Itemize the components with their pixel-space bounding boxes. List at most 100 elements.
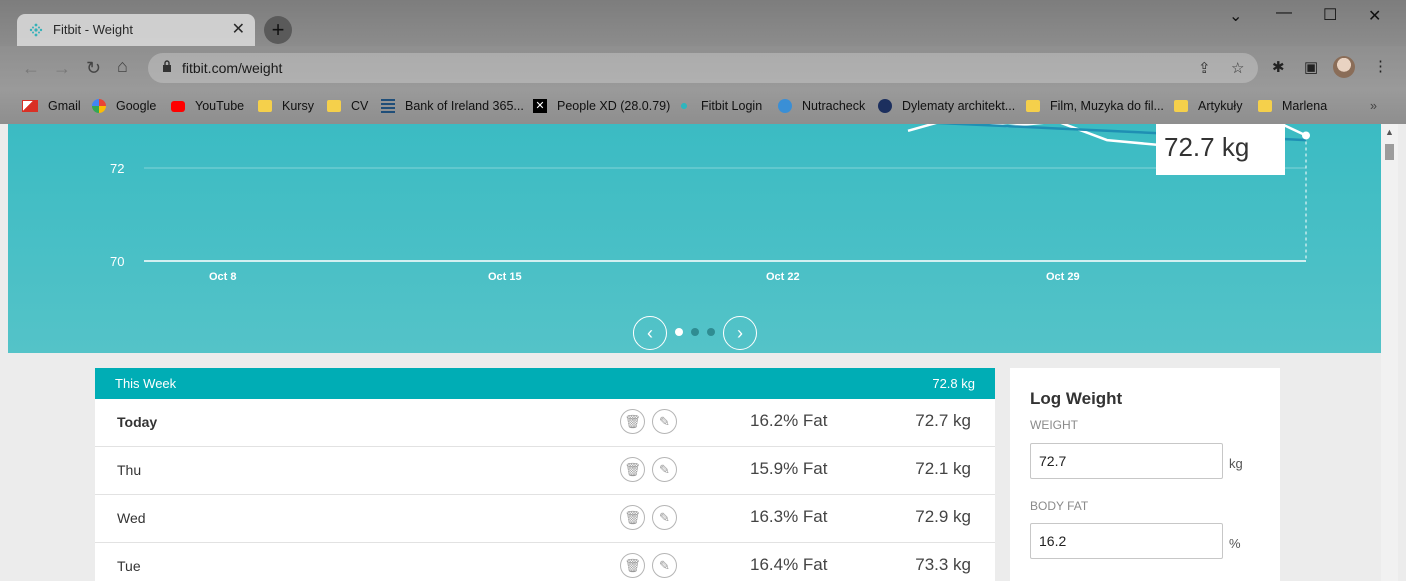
share-icon[interactable]: ⇪ — [1198, 59, 1211, 77]
folder-icon — [1026, 100, 1040, 112]
home-icon[interactable]: ⌂ — [117, 56, 128, 77]
pager-dot[interactable] — [707, 328, 715, 336]
close-tab-icon[interactable]: ✕ — [232, 19, 245, 39]
log-weight-panel: Log Weight WEIGHT kg BODY FAT % — [1010, 368, 1280, 581]
pencil-icon[interactable]: ✎ — [652, 457, 677, 482]
pencil-icon[interactable]: ✎ — [652, 553, 677, 578]
bookmark-kursy[interactable]: Kursy — [258, 96, 314, 116]
address-bar[interactable]: fitbit.com/weight ⇪ ☆ — [148, 53, 1258, 83]
x-tick-label: Oct 29 — [1046, 271, 1080, 283]
bookmark-marlena[interactable]: Marlena — [1258, 96, 1327, 116]
bookmark-artykuly[interactable]: Artykuły — [1174, 96, 1242, 116]
folder-icon — [1174, 100, 1188, 112]
folder-icon — [327, 100, 341, 112]
scroll-up-icon[interactable]: ▲ — [1385, 127, 1394, 137]
bookmarks-overflow-icon[interactable]: » — [1370, 96, 1377, 116]
back-icon[interactable]: ← — [22, 58, 40, 79]
row-weight: 72.7 kg — [915, 411, 971, 430]
weight-input[interactable] — [1030, 443, 1223, 479]
google-icon — [92, 99, 106, 113]
x-tick-label: Oct 8 — [209, 271, 237, 283]
table-row: Wed 🗑 ✎ 16.3% Fat 72.9 kg — [95, 495, 995, 543]
gmail-icon — [22, 100, 38, 112]
body-fat-label: BODY FAT — [1030, 499, 1089, 513]
week-label: This Week — [115, 376, 177, 391]
row-day: Wed — [117, 510, 146, 526]
table-header: This Week 72.8 kg — [95, 368, 995, 399]
body-fat-input[interactable] — [1030, 523, 1223, 559]
bookmark-fitbit-login[interactable]: Fitbit Login — [677, 96, 762, 116]
bookmark-star-icon[interactable]: ☆ — [1231, 59, 1244, 77]
bookmark-youtube[interactable]: YouTube — [171, 96, 244, 116]
page-content: 72 70 Oct 8 Oct 15 Oct 22 Oct 29 72.7 kg… — [8, 124, 1381, 581]
table-row: Thu 🗑 ✎ 15.9% Fat 72.1 kg — [95, 447, 995, 495]
y-tick-label: 72 — [110, 161, 125, 176]
pencil-icon[interactable]: ✎ — [652, 409, 677, 434]
forward-icon[interactable]: → — [53, 58, 71, 79]
browser-toolbar: ← → ↻ ⌂ fitbit.com/weight ⇪ ☆ ✱ ▣ ⋮ — [0, 46, 1406, 90]
profile-avatar[interactable] — [1333, 56, 1355, 78]
row-weight: 72.1 kg — [915, 459, 971, 478]
lock-icon — [163, 60, 171, 72]
bookmark-film-muzyka[interactable]: Film, Muzyka do fil... — [1026, 96, 1164, 116]
close-window-icon[interactable]: ✕ — [1368, 6, 1381, 26]
pencil-icon[interactable]: ✎ — [652, 505, 677, 530]
bookmark-nutracheck[interactable]: Nutracheck — [778, 96, 865, 116]
fitbit-icon — [29, 23, 43, 37]
row-day: Thu — [117, 462, 142, 478]
row-fat: 16.4% Fat — [750, 555, 828, 574]
browser-tab[interactable]: Fitbit - Weight ✕ — [17, 14, 255, 46]
menu-icon[interactable]: ⋮ — [1373, 57, 1388, 75]
bookmark-cv[interactable]: CV — [327, 96, 368, 116]
reload-icon[interactable]: ↻ — [86, 58, 101, 79]
row-fat: 15.9% Fat — [750, 459, 828, 478]
weight-chart: 72 70 Oct 8 Oct 15 Oct 22 Oct 29 72.7 kg… — [8, 124, 1381, 353]
tab-search-icon[interactable]: ⌄ — [1229, 6, 1242, 26]
chart-prev-button[interactable]: ‹ — [633, 316, 667, 350]
minimize-icon[interactable]: — — [1276, 4, 1292, 22]
x-tick-label: Oct 15 — [488, 271, 522, 283]
x-tick-label: Oct 22 — [766, 271, 800, 283]
week-average: 72.8 kg — [932, 376, 975, 391]
row-fat: 16.2% Fat — [750, 411, 828, 430]
bookmark-dylematy[interactable]: Dylematy architekt... — [878, 96, 1015, 116]
tab-title: Fitbit - Weight — [53, 22, 133, 37]
bank-icon — [381, 99, 395, 113]
log-weight-title: Log Weight — [1030, 389, 1123, 408]
new-tab-button[interactable]: + — [264, 16, 292, 44]
this-week-table: This Week 72.8 kg Today 🗑 ✎ 16.2% Fat 72… — [95, 368, 995, 581]
bookmark-gmail[interactable]: Gmail — [22, 96, 81, 116]
maximize-icon[interactable]: ☐ — [1323, 5, 1337, 25]
side-panel-icon[interactable]: ▣ — [1304, 58, 1318, 76]
page-scrollbar[interactable]: ▲ — [1381, 124, 1398, 581]
fitbit-icon — [677, 99, 691, 113]
bookmark-bank-of-ireland[interactable]: Bank of Ireland 365... — [381, 96, 524, 116]
row-day: Today — [117, 414, 158, 430]
trash-icon[interactable]: 🗑 — [620, 553, 645, 578]
pager-dot[interactable] — [691, 328, 699, 336]
trash-icon[interactable]: 🗑 — [620, 505, 645, 530]
table-row: Tue 🗑 ✎ 16.4% Fat 73.3 kg — [95, 543, 995, 581]
youtube-icon — [171, 100, 185, 112]
row-day: Tue — [117, 558, 141, 574]
extensions-icon[interactable]: ✱ — [1272, 58, 1285, 76]
url-text[interactable]: fitbit.com/weight — [182, 60, 282, 76]
row-fat: 16.3% Fat — [750, 507, 828, 526]
chart-next-button[interactable]: › — [723, 316, 757, 350]
bookmarks-bar: Gmail Google YouTube Kursy CV Bank of Ir… — [0, 90, 1406, 124]
table-row: Today 🗑 ✎ 16.2% Fat 72.7 kg — [95, 399, 995, 447]
bookmark-people-xd[interactable]: ✕ People XD (28.0.79) — [533, 96, 670, 116]
globe-icon — [778, 99, 792, 113]
tooltip-value: 72.7 kg — [1164, 132, 1250, 162]
bookmark-google[interactable]: Google — [92, 96, 156, 116]
trash-icon[interactable]: 🗑 — [620, 457, 645, 482]
folder-icon — [1258, 100, 1272, 112]
site-icon — [878, 99, 892, 113]
row-weight: 72.9 kg — [915, 507, 971, 526]
weight-unit: kg — [1229, 456, 1243, 471]
trash-icon[interactable]: 🗑 — [620, 409, 645, 434]
browser-titlebar: Fitbit - Weight ✕ + ⌄ — ☐ ✕ — [0, 0, 1406, 46]
scrollbar-thumb[interactable] — [1385, 144, 1394, 160]
weight-label: WEIGHT — [1030, 418, 1078, 432]
pager-dot[interactable] — [675, 328, 683, 336]
